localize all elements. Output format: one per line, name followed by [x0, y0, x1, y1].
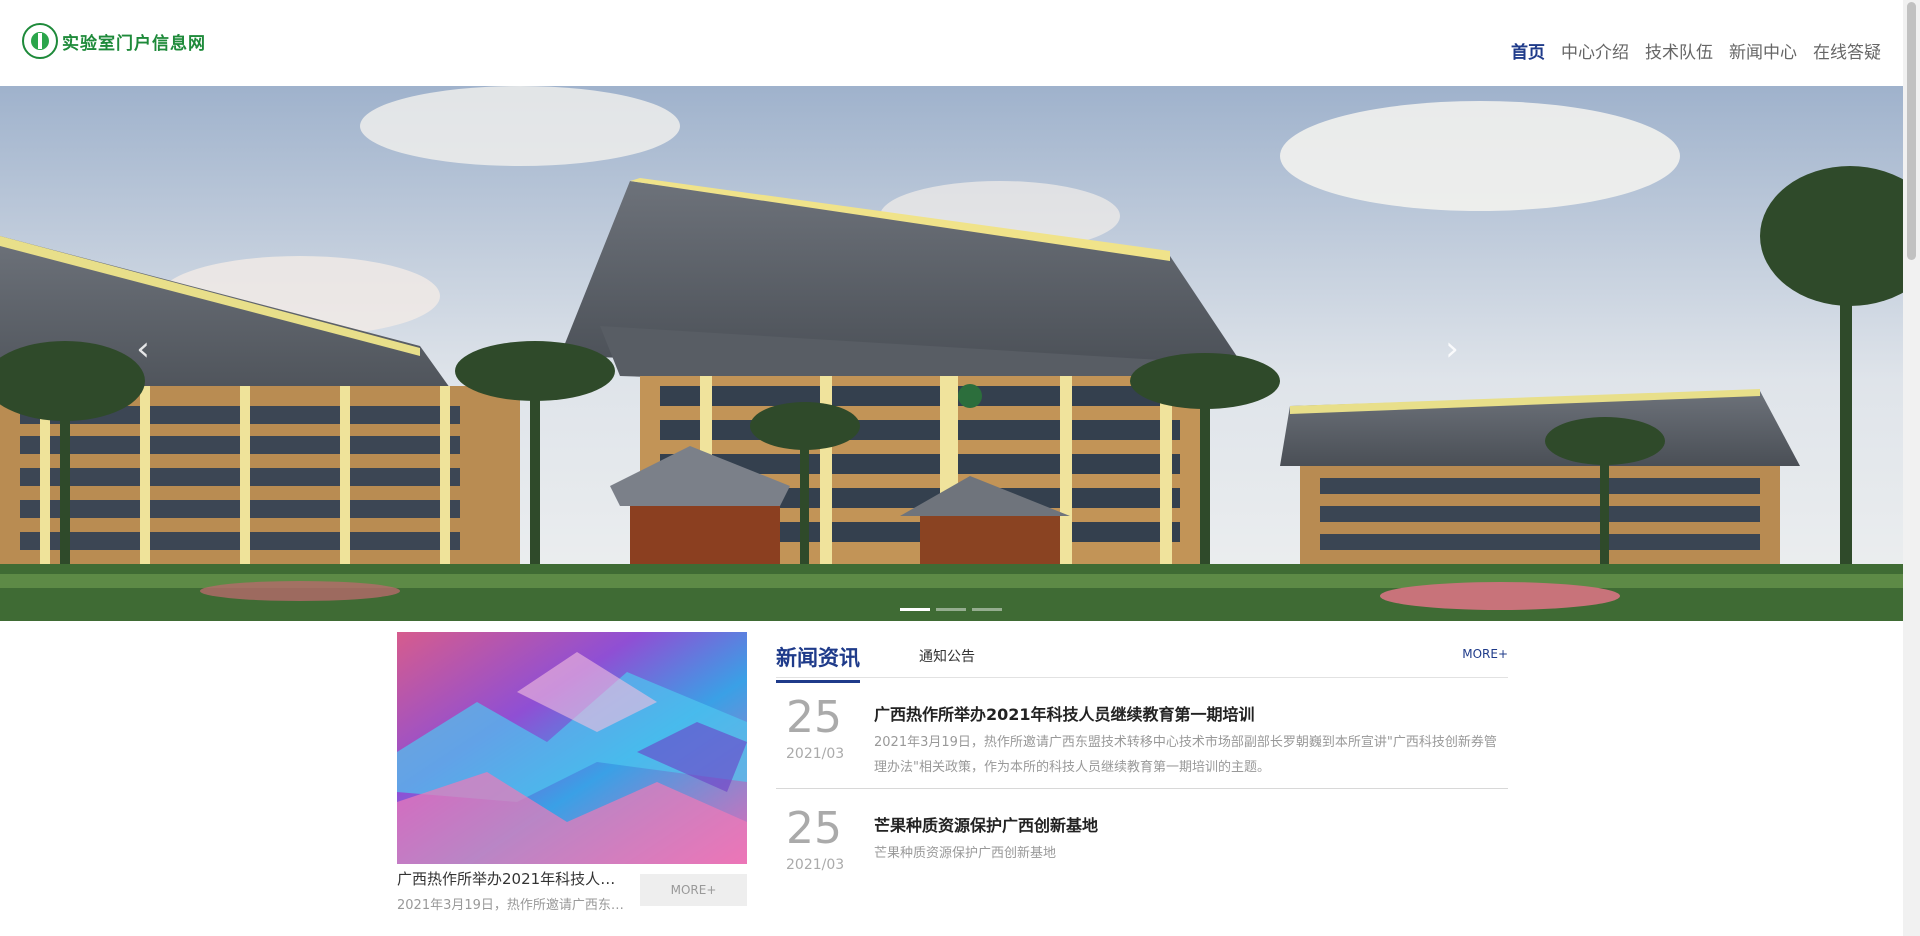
featured-title[interactable]: 广西热作所举办2021年科技人员继续教育第一期培训 — [397, 868, 627, 889]
nav-item-news[interactable]: 新闻中心 — [1729, 38, 1797, 63]
featured-more-button[interactable]: MORE+ — [640, 874, 747, 906]
banner-prev-arrow[interactable]: ‹ — [128, 332, 158, 366]
hero-banner: ‹ › — [0, 86, 1903, 621]
featured-article: 广西热作所举办2021年科技人员继续教育第一期培训 2021年3月19日，热作所… — [397, 632, 747, 913]
featured-desc: 2021年3月19日，热作所邀请广西东盟技术转移中心技术市场部副部长罗朝巍到本所… — [397, 898, 627, 913]
featured-image[interactable] — [397, 632, 747, 864]
banner-pagination — [900, 608, 1008, 611]
news-list-item[interactable]: 25 2021/03 广西热作所举办2021年科技人员继续教育第一期培训 202… — [776, 678, 1508, 789]
banner-dot-1[interactable] — [900, 608, 930, 611]
news-list-item[interactable]: 25 2021/03 芒果种质资源保护广西创新基地 芒果种质资源保护广西创新基地 — [776, 789, 1508, 899]
page-scrollbar[interactable] — [1903, 0, 1920, 936]
news-date-day: 25 — [786, 803, 842, 854]
news-date-year-month: 2021/03 — [786, 746, 845, 762]
news-tabs: 新闻资讯 通知公告 MORE+ — [776, 632, 1508, 683]
nav-item-home[interactable]: 首页 — [1511, 38, 1545, 63]
tab-news[interactable]: 新闻资讯 — [776, 642, 860, 683]
news-more-link[interactable]: MORE+ — [1462, 647, 1508, 661]
banner-next-arrow[interactable]: › — [1437, 332, 1467, 366]
nav-item-qa[interactable]: 在线答疑 — [1813, 38, 1881, 63]
news-date-year-month: 2021/03 — [786, 857, 845, 873]
chevron-left-icon: ‹ — [136, 329, 150, 369]
news-panel: 新闻资讯 通知公告 MORE+ 25 2021/03 广西热作所举办2021年科… — [776, 632, 1508, 899]
nav-item-about[interactable]: 中心介绍 — [1561, 38, 1629, 63]
site-header: 实验室门户信息网 首页 中心介绍 技术队伍 新闻中心 在线答疑 — [0, 0, 1903, 86]
news-desc: 芒果种质资源保护广西创新基地 — [874, 846, 1057, 861]
site-logo[interactable]: 实验室门户信息网 — [22, 23, 206, 59]
news-title[interactable]: 芒果种质资源保护广西创新基地 — [874, 812, 1098, 836]
tab-notices[interactable]: 通知公告 — [919, 646, 975, 666]
chevron-right-icon: › — [1445, 329, 1459, 369]
scrollbar-thumb[interactable] — [1907, 2, 1916, 260]
logo-emblem-icon — [22, 23, 58, 59]
banner-dot-3[interactable] — [972, 608, 1002, 611]
news-title[interactable]: 广西热作所举办2021年科技人员继续教育第一期培训 — [874, 701, 1255, 725]
banner-image — [0, 86, 1903, 621]
main-nav: 首页 中心介绍 技术队伍 新闻中心 在线答疑 — [1495, 38, 1881, 63]
nav-item-team[interactable]: 技术队伍 — [1645, 38, 1713, 63]
logo-text: 实验室门户信息网 — [62, 33, 206, 54]
news-date-day: 25 — [786, 692, 842, 743]
news-desc: 2021年3月19日，热作所邀请广西东盟技术转移中心技术市场部副部长罗朝巍到本所… — [874, 735, 1497, 775]
banner-dot-2[interactable] — [936, 608, 966, 611]
